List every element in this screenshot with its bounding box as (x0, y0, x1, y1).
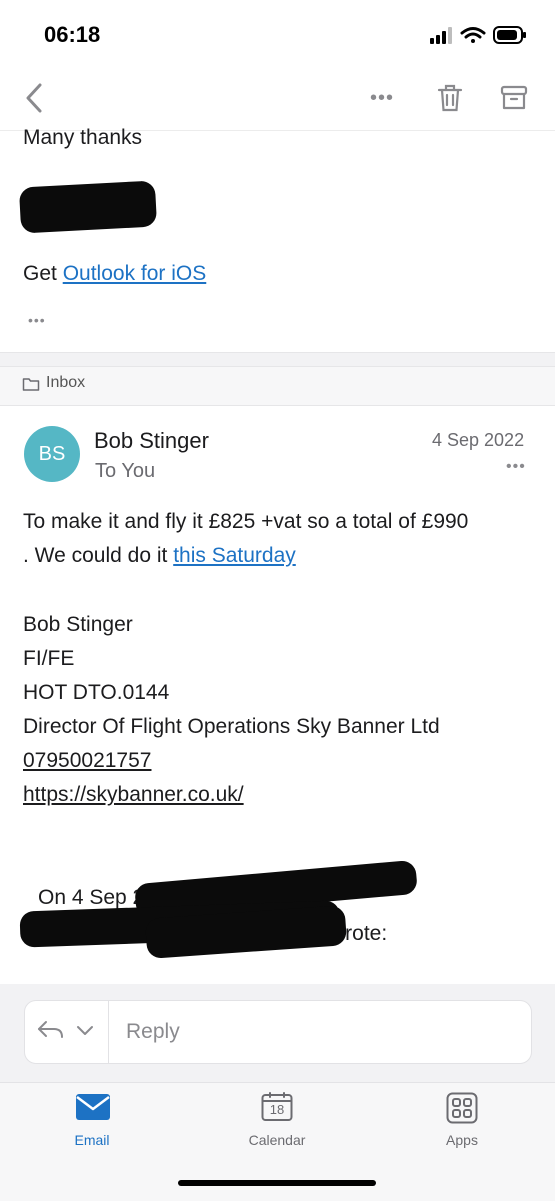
body-line-2-text: . We could do it (23, 544, 168, 567)
tab-email[interactable]: Email (42, 1092, 142, 1152)
reply-divider (108, 1000, 109, 1064)
sender-name[interactable]: Bob Stinger (94, 428, 209, 454)
date-link[interactable]: this Saturday (173, 544, 296, 567)
archive-icon (500, 85, 528, 110)
wifi-icon (460, 27, 486, 43)
signature-phone-link[interactable]: 07950021757 (23, 749, 151, 773)
reply-input[interactable]: Reply (126, 1020, 180, 1044)
previous-closing: Many thanks (23, 126, 143, 149)
body-line-2: . We could do it this Saturday (23, 544, 296, 568)
body-line-1: To make it and fly it £825 +vat so a tot… (23, 510, 469, 533)
calendar-icon: 18 (261, 1092, 293, 1122)
recipient-line[interactable]: To You (95, 460, 155, 483)
reply-box[interactable] (24, 1000, 532, 1064)
chevron-left-icon (26, 83, 42, 113)
message-toolbar: ••• (0, 64, 555, 131)
get-prefix: Get (23, 262, 57, 285)
show-quoted-button[interactable]: ••• (28, 312, 46, 328)
status-time: 06:18 (44, 22, 101, 47)
get-outlook-line: Get Outlook for iOS (23, 262, 206, 286)
message-separator (0, 352, 555, 367)
signature-website-link[interactable]: https://skybanner.co.uk/ (23, 783, 244, 807)
signature-name: Bob Stinger (23, 613, 133, 636)
outlook-ios-link[interactable]: Outlook for iOS (63, 262, 207, 285)
apps-icon (446, 1092, 478, 1124)
folder-label: Inbox (46, 374, 86, 391)
reply-icon[interactable] (36, 1018, 66, 1047)
tab-email-label: Email (74, 1132, 110, 1148)
signature-code: HOT DTO.0144 (23, 681, 170, 704)
folder-icon (22, 376, 40, 397)
signature-role: FI/FE (23, 647, 75, 670)
calendar-date-badge: 18 (269, 1102, 285, 1117)
message-date: 4 Sep 2022 (432, 430, 525, 450)
tab-apps-label: Apps (446, 1132, 478, 1148)
battery-icon (493, 26, 526, 44)
more-options-button[interactable]: ••• (360, 80, 404, 116)
home-indicator[interactable] (178, 1180, 376, 1186)
signal-icon (430, 27, 452, 44)
signature-title: Director Of Flight Operations Sky Banner… (23, 715, 440, 738)
message-more-button[interactable]: ••• (506, 458, 526, 476)
redaction-mark (18, 180, 158, 234)
tab-calendar[interactable]: 18 Calendar (227, 1092, 327, 1152)
back-button[interactable] (14, 80, 54, 116)
avatar[interactable]: BS (24, 426, 80, 482)
chevron-down-icon[interactable] (76, 1024, 94, 1042)
trash-icon (437, 84, 463, 112)
archive-button[interactable] (494, 80, 534, 116)
delete-button[interactable] (430, 80, 470, 116)
email-icon (76, 1094, 110, 1120)
tab-calendar-label: Calendar (248, 1132, 306, 1148)
tab-apps[interactable]: Apps (412, 1092, 512, 1152)
status-icons (428, 24, 528, 46)
